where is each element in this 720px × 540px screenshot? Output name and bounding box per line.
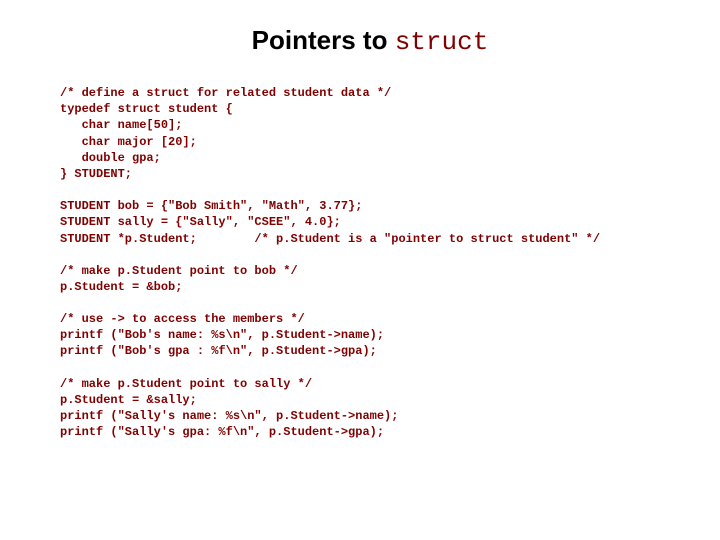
slide-title: Pointers to struct — [60, 25, 680, 57]
code-block-3: /* make p.Student point to bob */ p.Stud… — [60, 263, 680, 295]
code-block-5: /* make p.Student point to sally */ p.St… — [60, 376, 680, 441]
code-block-2: STUDENT bob = {"Bob Smith", "Math", 3.77… — [60, 198, 680, 247]
code-block-4: /* use -> to access the members */ print… — [60, 311, 680, 360]
slide: Pointers to struct /* define a struct fo… — [0, 0, 720, 540]
title-prefix: Pointers to — [252, 25, 395, 55]
code-block-1: /* define a struct for related student d… — [60, 85, 680, 182]
title-mono: struct — [395, 27, 489, 57]
